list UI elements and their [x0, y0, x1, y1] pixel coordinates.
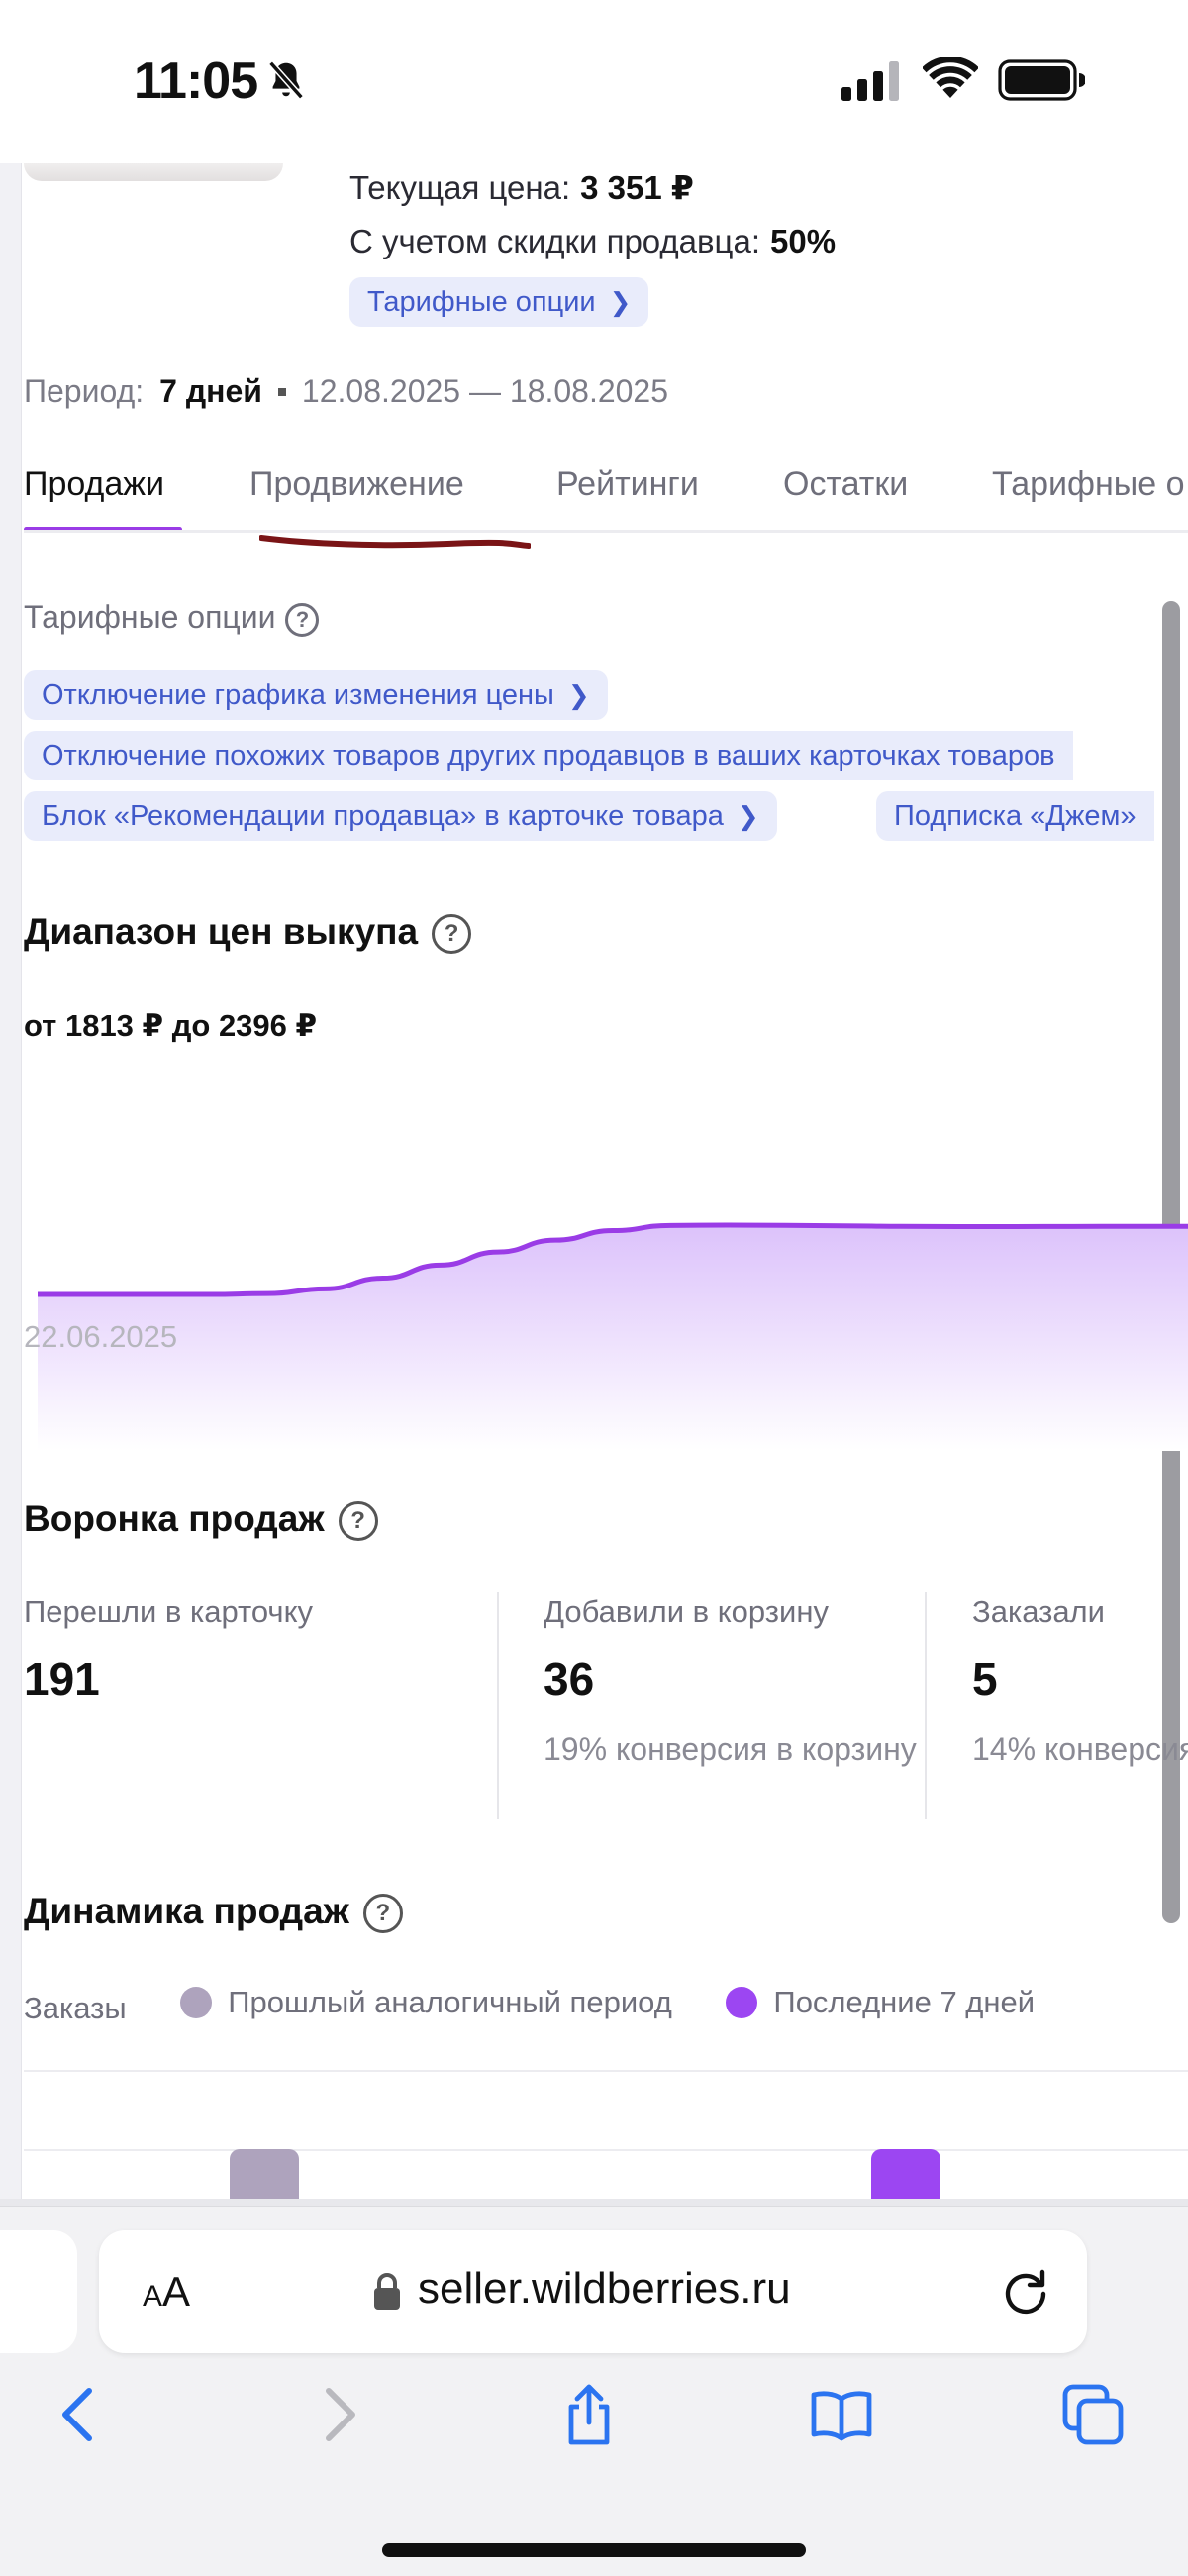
chart-gridline — [24, 2070, 1188, 2072]
text-size-small-glyph: A — [143, 2280, 163, 2313]
text-size-large-glyph: A — [162, 2268, 191, 2315]
tariff-chip-seller-recommendations[interactable]: Блок «Рекомендации продавца» в карточке … — [24, 791, 777, 841]
legend-item-previous-period[interactable]: Прошлый аналогичный период — [180, 1985, 672, 2020]
metric-label[interactable]: Заказы — [24, 1991, 127, 2025]
funnel-step-label: Перешли в карточку — [24, 1595, 313, 1629]
status-bar: 11:05 — [0, 0, 1188, 163]
tab-tariff-options[interactable]: Тарифные о — [992, 465, 1185, 504]
back-icon[interactable] — [48, 2383, 111, 2446]
current-price-label: Текущая цена: — [349, 169, 571, 206]
tab-ratings[interactable]: Рейтинги — [556, 465, 699, 504]
funnel-step-label: Добавили в корзину — [544, 1595, 829, 1629]
chevron-right-icon: ❯ — [737, 800, 759, 831]
sales-dynamics-heading: Динамика продаж? — [24, 1891, 403, 1934]
product-thumbnail[interactable] — [24, 163, 283, 181]
discount-value: 50% — [769, 223, 837, 259]
current-price-row: Текущая цена: 3 351 ₽ — [349, 168, 694, 207]
funnel-heading: Воронка продаж? — [24, 1498, 378, 1542]
tab-stocks[interactable]: Остатки — [783, 465, 908, 504]
sales-dynamics-title: Динамика продаж — [24, 1891, 349, 1931]
tab-promotion[interactable]: Продвижение — [249, 465, 464, 504]
page-bottom-edge — [0, 2199, 1188, 2206]
funnel-divider — [925, 1592, 927, 1819]
chevron-right-icon: ❯ — [567, 679, 590, 710]
tariff-chip-label: Отключение графика изменения цены — [42, 678, 554, 711]
period-range: 12.08.2025 — 18.08.2025 — [301, 373, 669, 409]
hand-drawn-underline — [259, 535, 531, 549]
tabs-divider — [24, 530, 1188, 533]
chevron-right-icon: ❯ — [609, 286, 632, 317]
price-range-chart — [38, 1222, 1188, 1451]
tab-sales[interactable]: Продажи — [24, 465, 164, 504]
sales-dynamics-legend: Заказы Прошлый аналогичный период Послед… — [24, 1985, 1035, 2026]
funnel-step-value: 36 — [544, 1653, 595, 1704]
forward-icon[interactable] — [307, 2383, 370, 2446]
bell-muted-icon — [268, 60, 304, 100]
legend-swatch-last — [726, 1987, 758, 2018]
price-range-title: Диапазон цен выкупа — [24, 911, 419, 952]
tariff-chip-price-chart[interactable]: Отключение графика изменения цены ❯ — [24, 670, 608, 720]
period-row: Период: 7 дней 12.08.2025 — 18.08.2025 — [24, 373, 668, 410]
tariff-chip-similar-products[interactable]: Отключение похожих товаров других продав… — [24, 731, 1073, 780]
funnel-step-card-views: Перешли в карточку 191 — [24, 1595, 489, 1822]
battery-icon — [998, 59, 1085, 101]
tariff-chip-label: Отключение похожих товаров других продав… — [42, 739, 1055, 772]
chart-gridline — [24, 2149, 1188, 2151]
funnel-step-ordered: Заказали 5 14% конверсия — [972, 1595, 1188, 1822]
legend-label-previous: Прошлый аналогичный период — [228, 1985, 672, 2019]
tariff-options-link-label: Тарифные опции — [367, 285, 596, 318]
text-size-button[interactable]: AA — [143, 2268, 190, 2316]
funnel-step-value: 191 — [24, 1653, 100, 1704]
tariff-chip-label: Блок «Рекомендации продавца» в карточке … — [42, 799, 724, 832]
funnel-title: Воронка продаж — [24, 1498, 325, 1539]
current-price-value: 3 351 ₽ — [580, 169, 694, 206]
legend-label-last: Последние 7 дней — [773, 1985, 1036, 2019]
period-separator-dot — [277, 388, 286, 396]
price-range-area — [38, 1225, 1188, 1451]
price-range-heading: Диапазон цен выкупа? — [24, 911, 472, 955]
legend-item-last-7-days[interactable]: Последние 7 дней — [726, 1985, 1035, 2020]
legend-swatch-previous — [180, 1987, 213, 2018]
left-page-strip — [0, 163, 22, 2206]
funnel-step-conversion: 14% конверсия — [972, 1731, 1188, 1767]
period-value[interactable]: 7 дней — [159, 373, 262, 409]
funnel-step-value: 5 — [972, 1653, 998, 1704]
previous-tab-preview[interactable] — [0, 2230, 77, 2353]
bar-last-7-days[interactable] — [871, 2149, 940, 2199]
help-icon[interactable]: ? — [362, 1894, 403, 1934]
funnel-divider — [497, 1592, 499, 1819]
reload-icon[interactable] — [1000, 2266, 1051, 2318]
browser-toolbar: AA seller.wildberries.ru — [0, 2206, 1188, 2576]
lock-icon — [374, 2273, 400, 2310]
period-label: Период: — [24, 373, 145, 409]
help-icon[interactable]: ? — [338, 1501, 378, 1542]
home-indicator[interactable] — [382, 2543, 806, 2557]
web-page: Текущая цена: 3 351 ₽ С учетом скидки про… — [0, 163, 1188, 2206]
cellular-signal-icon — [842, 61, 899, 101]
wifi-icon — [923, 57, 978, 98]
tariff-chip-label: Подписка «Джем» — [894, 799, 1137, 832]
tariff-chip-jam-subscription[interactable]: Подписка «Джем» — [876, 791, 1154, 841]
funnel-step-conversion: 19% конверсия в корзину — [544, 1731, 917, 1767]
bar-previous-period[interactable] — [230, 2149, 299, 2199]
discount-label: С учетом скидки продавца: — [349, 223, 760, 259]
tariff-options-title: Тарифные опции — [24, 599, 276, 635]
address-bar[interactable]: AA seller.wildberries.ru — [99, 2230, 1087, 2353]
tariff-options-link[interactable]: Тарифные опции ❯ — [349, 277, 649, 327]
funnel-step-label: Заказали — [972, 1595, 1105, 1629]
funnel-step-added-to-cart: Добавили в корзину 36 19% конверсия в ко… — [544, 1595, 920, 1822]
status-time: 11:05 — [134, 52, 258, 110]
bookmarks-icon[interactable] — [810, 2383, 873, 2446]
help-icon[interactable]: ? — [285, 602, 320, 637]
tabs-icon[interactable] — [1061, 2383, 1125, 2446]
url-text[interactable]: seller.wildberries.ru — [418, 2264, 791, 2314]
chart-start-date: 22.06.2025 — [24, 1319, 178, 1354]
share-icon[interactable] — [557, 2383, 621, 2446]
help-icon[interactable]: ? — [432, 914, 472, 955]
tab-bar: Продажи Продвижение Рейтинги Остатки Тар… — [24, 465, 1188, 533]
discount-row: С учетом скидки продавца: 50% — [349, 223, 836, 260]
tariff-options-section-label: Тарифные опции? — [24, 599, 320, 637]
